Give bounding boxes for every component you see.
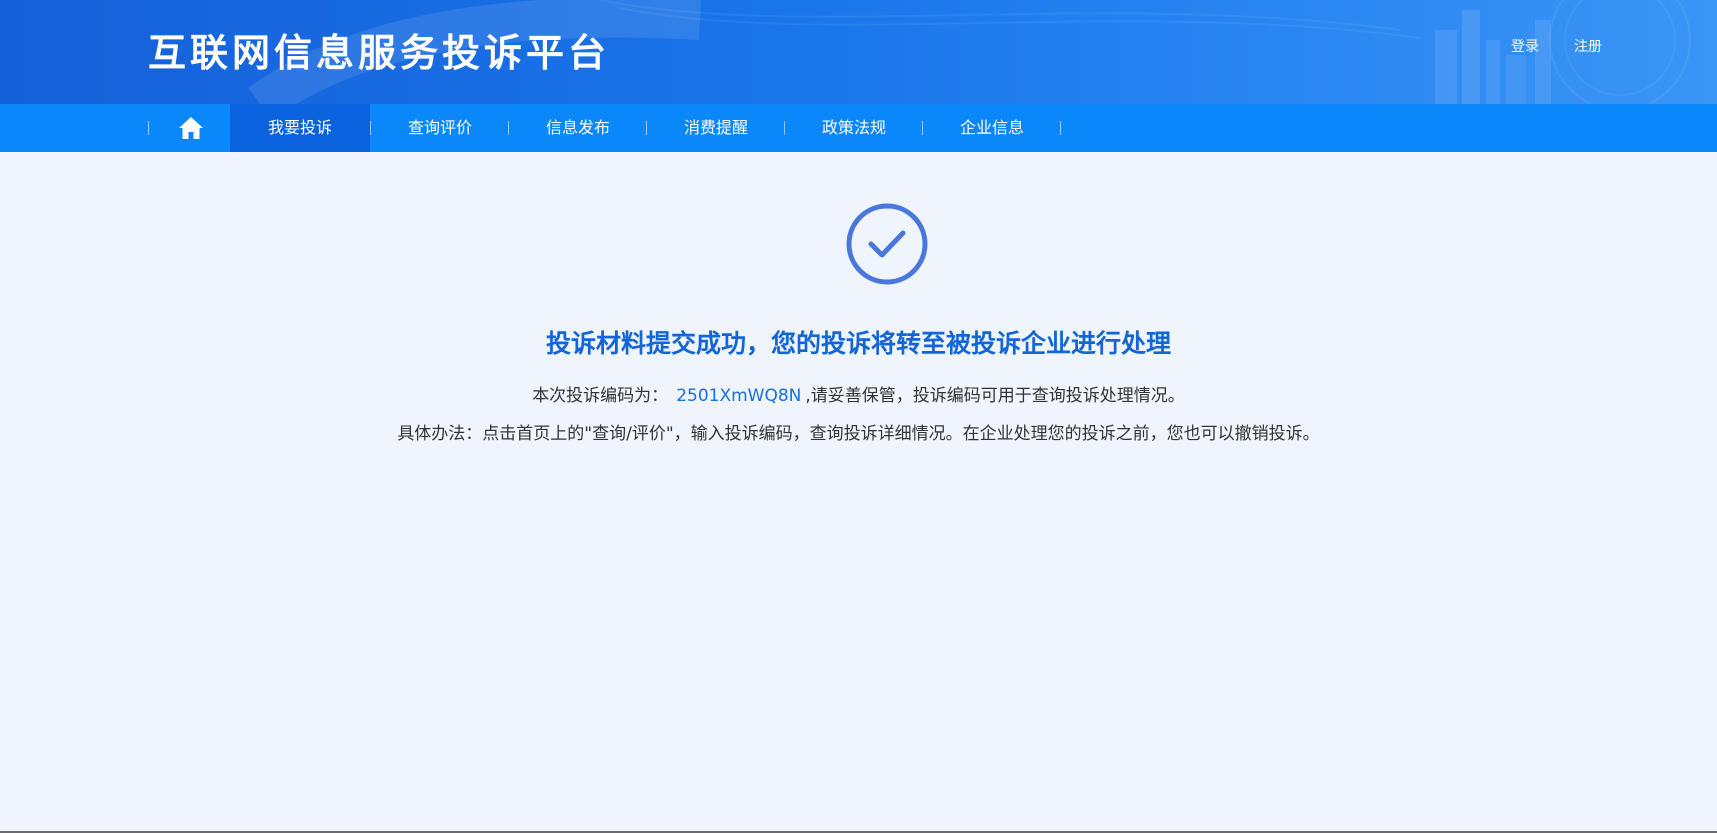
main-nav: 我要投诉 查询评价 信息发布 消费提醒 政策法规 企业信息 bbox=[0, 104, 1717, 152]
nav-item-news[interactable]: 信息发布 bbox=[509, 104, 647, 152]
success-title: 投诉材料提交成功，您的投诉将转至被投诉企业进行处理 bbox=[545, 329, 1171, 358]
login-link[interactable]: 登录 bbox=[1511, 36, 1539, 56]
site-header: 互联网信息服务投诉平台 登录 注册 bbox=[0, 0, 1717, 104]
nav-separator bbox=[148, 121, 149, 135]
home-icon bbox=[179, 117, 203, 139]
result-panel: 投诉材料提交成功，您的投诉将转至被投诉企业进行处理 本次投诉编码为： 2501Xm… bbox=[0, 152, 1717, 831]
nav-item-query[interactable]: 查询评价 bbox=[371, 104, 509, 152]
code-prefix: 本次投诉编码为： bbox=[532, 386, 669, 406]
complaint-code-line: 本次投诉编码为： 2501XmWQ8N ,请妥善保管，投诉编码可用于查询投诉处理情况… bbox=[0, 381, 1717, 406]
nav-separator bbox=[1060, 121, 1061, 135]
nav-item-complain[interactable]: 我要投诉 bbox=[230, 104, 370, 152]
complaint-code: 2501XmWQ8N bbox=[676, 386, 802, 406]
instructions-text: 具体办法：点击首页上的"查询/评价"，输入投诉编码，查询投诉详细情况。在企业处理… bbox=[397, 424, 1320, 444]
nav-item-consumer-alerts[interactable]: 消费提醒 bbox=[647, 104, 785, 152]
site-title: 互联网信息服务投诉平台 bbox=[148, 31, 611, 75]
nav-item-policy[interactable]: 政策法规 bbox=[785, 104, 923, 152]
check-circle-icon bbox=[846, 203, 928, 285]
nav-home[interactable] bbox=[150, 104, 230, 152]
code-suffix: ,请妥善保管，投诉编码可用于查询投诉处理情况。 bbox=[805, 386, 1185, 406]
register-link[interactable]: 注册 bbox=[1574, 36, 1602, 56]
nav-item-companies[interactable]: 企业信息 bbox=[923, 104, 1061, 152]
